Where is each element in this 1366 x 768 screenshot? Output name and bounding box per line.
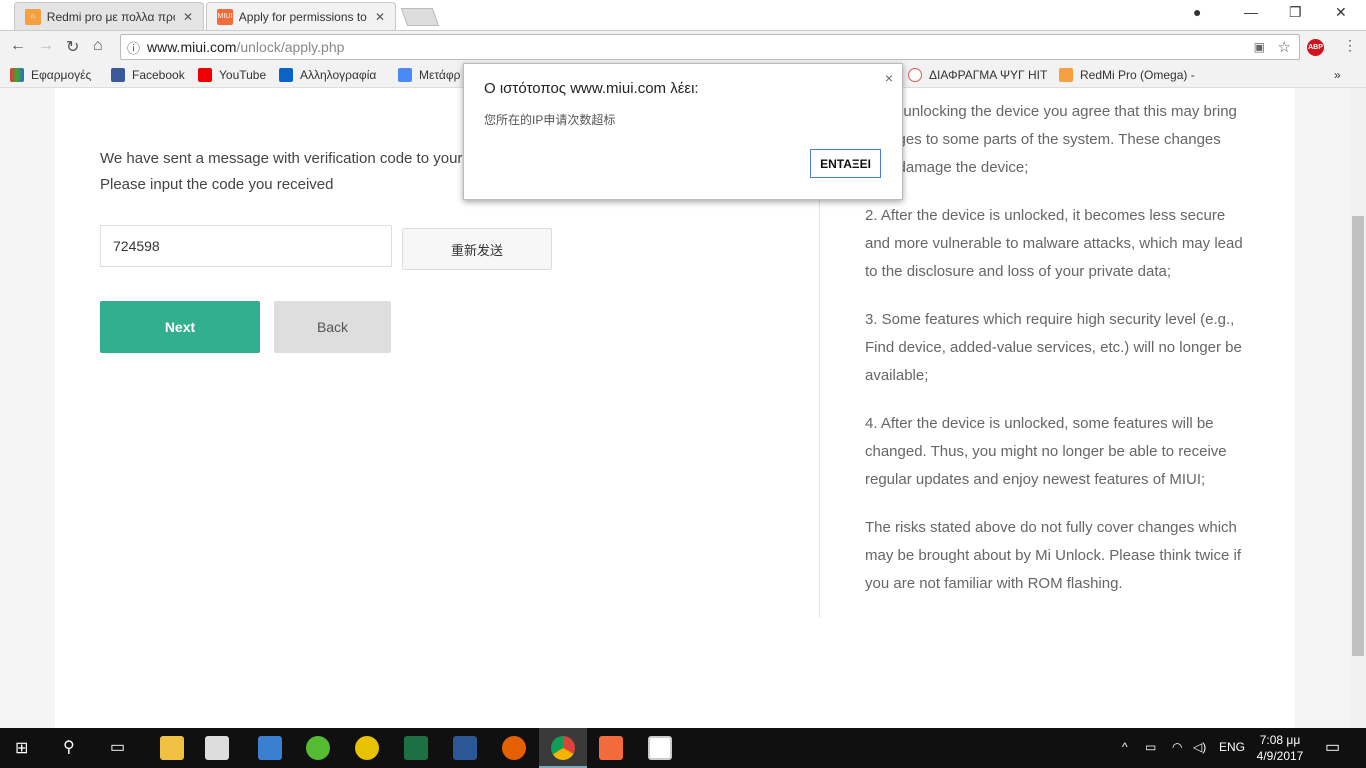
volume-icon[interactable]: ◁): [1193, 740, 1206, 754]
bookmark-apps[interactable]: Εφαρμογές: [10, 68, 91, 82]
facebook-icon: [111, 68, 125, 82]
youtube-icon: [198, 68, 212, 82]
time: 7:08 μμ: [1259, 733, 1301, 747]
language-indicator[interactable]: ENG: [1219, 740, 1245, 754]
term-item: 3. Some features which require high secu…: [865, 311, 1242, 384]
bookmark-label: ΔΙΑΦΡΑΓΜΑ ΨΥΓ ΗΙΤ: [929, 68, 1048, 82]
show-hidden-icons[interactable]: ^: [1122, 740, 1128, 754]
bookmark-youtube[interactable]: YouTube: [198, 68, 266, 82]
home-icon[interactable]: ⌂: [93, 37, 103, 55]
word-icon[interactable]: [453, 736, 477, 760]
taskbar: ⊞ ⚲ ▭ ^ ▭ ◠ ◁) ENG 7:08 μμ 4/9/2017 ▭: [0, 728, 1366, 768]
next-button[interactable]: Next: [100, 301, 260, 353]
term-item: 2. After the device is unlocked, it beco…: [865, 207, 1243, 280]
outlook-icon: [279, 68, 293, 82]
home-favicon-icon: ⌂: [25, 8, 41, 25]
excel-icon[interactable]: [404, 736, 428, 760]
date: 4/9/2017: [1256, 749, 1304, 763]
miui-favicon-icon: MIUI: [217, 8, 233, 25]
restore-button[interactable]: ❐: [1289, 4, 1302, 21]
task-view-icon[interactable]: ▭: [110, 737, 125, 757]
term-item: 1. By unlocking the device you agree tha…: [865, 103, 1237, 176]
scrollbar-thumb[interactable]: [1352, 216, 1364, 656]
home-favicon-icon: [1059, 68, 1073, 82]
risk-terms: 1. By unlocking the device you agree tha…: [865, 98, 1250, 618]
chrome-icon: [551, 736, 575, 760]
search-icon[interactable]: ⚲: [63, 737, 75, 757]
tab-redmi[interactable]: ⌂ Redmi pro με πολλα προ ✕: [14, 2, 204, 30]
wifi-icon[interactable]: ◠: [1172, 740, 1182, 754]
close-window-button[interactable]: ✕: [1335, 4, 1347, 21]
more-bookmarks[interactable]: »: [1334, 68, 1341, 82]
alert-dialog: Ο ιστότοπος www.miui.com λέει: 您所在的IP申请次…: [463, 63, 903, 200]
firefox-icon[interactable]: [502, 736, 526, 760]
info-icon: ⓘ: [127, 40, 141, 56]
calculator-icon[interactable]: [205, 736, 229, 760]
forward-icon[interactable]: →: [38, 37, 54, 55]
bookmark-label: Μετάφρ: [419, 68, 461, 82]
bookmark-label: YouTube: [219, 68, 267, 82]
utorrent-icon[interactable]: [306, 736, 330, 760]
bookmark-outlook[interactable]: Αλληλογραφία: [279, 68, 376, 82]
dialog-close-icon[interactable]: ×: [885, 70, 893, 86]
tab-title: Apply for permissions to: [238, 9, 367, 24]
tab-title: Redmi pro με πολλα προ: [46, 9, 175, 24]
verification-message: We have sent a message with verification…: [100, 146, 462, 198]
dialog-message: 您所在的IP申请次数超标: [484, 113, 616, 127]
address-bar[interactable]: ⓘ www.miui.com/unlock/apply.php ▣ ☆: [120, 34, 1300, 60]
menu-icon[interactable]: ⋮: [1343, 37, 1357, 54]
file-explorer-icon[interactable]: [160, 736, 184, 760]
google-translate-icon: [398, 68, 412, 82]
tab-miui[interactable]: MIUI Apply for permissions to ✕: [206, 2, 396, 30]
bookmark-translate[interactable]: Μετάφρ: [398, 68, 460, 82]
adblock-icon[interactable]: ABP: [1307, 39, 1324, 56]
translate-icon[interactable]: ▣: [1254, 40, 1265, 54]
toolbar: ← → ↻ ⌂ ⓘ www.miui.com/unlock/apply.php …: [0, 30, 1366, 62]
notifications-icon[interactable]: ▭: [1325, 737, 1340, 757]
dialog-ok-button[interactable]: ΕΝΤΑΞΕΙ: [810, 149, 881, 178]
bookmark-redmi[interactable]: RedMi Pro (Omega) -: [1059, 68, 1195, 82]
bookmark-label: Εφαρμογές: [31, 68, 92, 82]
back-button[interactable]: Back: [274, 301, 391, 353]
back-icon[interactable]: ←: [10, 37, 26, 55]
resend-button[interactable]: 重新发送: [402, 228, 552, 270]
minimize-button[interactable]: —: [1244, 4, 1258, 20]
new-tab-button[interactable]: [400, 8, 440, 26]
chrome-taskbar-button[interactable]: [539, 728, 587, 768]
windows-start-icon[interactable]: ⊞: [15, 738, 28, 758]
photos-icon[interactable]: [648, 736, 672, 760]
site-icon: [908, 68, 922, 82]
media-icon[interactable]: [355, 736, 379, 760]
bookmark-diafragma[interactable]: ΔΙΑΦΡΑΓΜΑ ΨΥΓ ΗΙΤ: [908, 68, 1047, 82]
bookmark-label: RedMi Pro (Omega) -: [1080, 68, 1195, 82]
battery-icon[interactable]: ▭: [1145, 740, 1156, 754]
url-host: www.miui.com: [147, 39, 237, 55]
app-icon[interactable]: [258, 736, 282, 760]
bookmark-facebook[interactable]: Facebook: [111, 68, 185, 82]
apps-icon: [10, 68, 24, 82]
tab-bar: ⌂ Redmi pro με πολλα προ ✕ MIUI Apply fo…: [0, 0, 1366, 30]
scrollbar[interactable]: [1350, 88, 1366, 728]
bookmark-star-icon[interactable]: ☆: [1278, 38, 1291, 56]
bookmark-label: Facebook: [132, 68, 185, 82]
message-line: Please input the code you received: [100, 176, 334, 193]
profile-icon[interactable]: ●: [1193, 4, 1201, 20]
close-tab-icon[interactable]: ✕: [183, 10, 193, 24]
bookmark-label: Αλληλογραφία: [300, 68, 377, 82]
app-icon[interactable]: [599, 736, 623, 760]
term-item: 4. After the device is unlocked, some fe…: [865, 415, 1227, 488]
close-tab-icon[interactable]: ✕: [375, 10, 385, 24]
term-item: The risks stated above do not fully cove…: [865, 519, 1242, 592]
url-path: /unlock/apply.php: [236, 39, 345, 55]
verification-code-input[interactable]: 724598: [100, 225, 392, 267]
message-line: We have sent a message with verification…: [100, 150, 463, 167]
clock[interactable]: 7:08 μμ 4/9/2017: [1255, 732, 1305, 764]
reload-icon[interactable]: ↻: [66, 37, 79, 57]
dialog-title: Ο ιστότοπος www.miui.com λέει:: [484, 80, 699, 97]
